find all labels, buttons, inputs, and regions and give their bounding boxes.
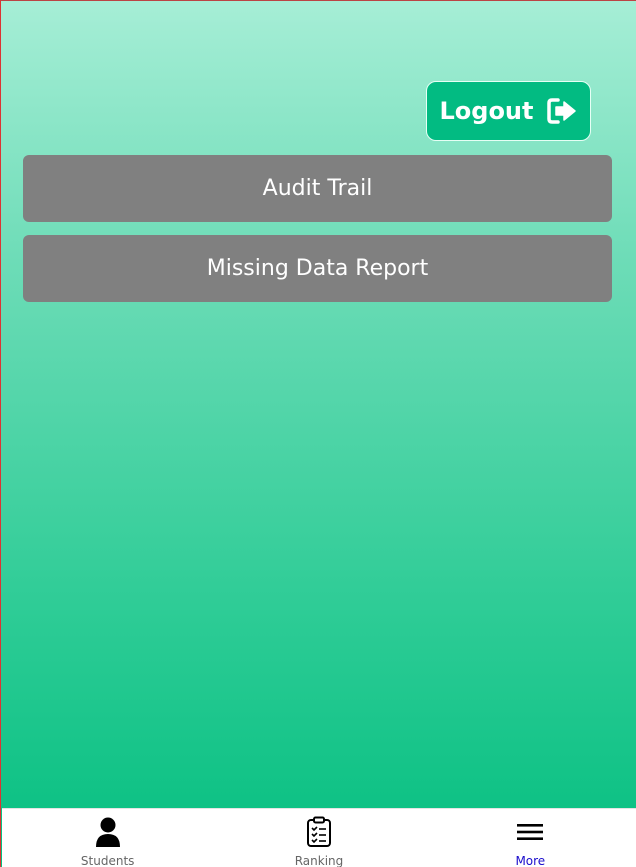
tab-more-label: More <box>515 854 546 867</box>
tab-ranking[interactable]: Ranking <box>213 809 424 867</box>
hamburger-menu-icon <box>516 815 544 849</box>
logout-label: Logout <box>439 97 534 125</box>
bottom-tab-bar: Students Ranking More <box>2 808 636 867</box>
person-icon <box>94 815 122 849</box>
audit-trail-label: Audit Trail <box>262 176 373 201</box>
tab-students[interactable]: Students <box>2 809 213 867</box>
app-screen: Logout Audit Trail Missing Data Report S… <box>0 0 636 867</box>
clipboard-checklist-icon <box>306 815 332 849</box>
missing-data-report-label: Missing Data Report <box>206 256 429 281</box>
logout-button[interactable]: Logout <box>426 81 591 141</box>
tab-ranking-label: Ranking <box>294 854 344 867</box>
sign-out-icon <box>546 97 578 125</box>
audit-trail-button[interactable]: Audit Trail <box>23 155 612 222</box>
tab-students-label: Students <box>80 854 135 867</box>
missing-data-report-button[interactable]: Missing Data Report <box>23 235 612 302</box>
tab-more[interactable]: More <box>425 809 636 867</box>
